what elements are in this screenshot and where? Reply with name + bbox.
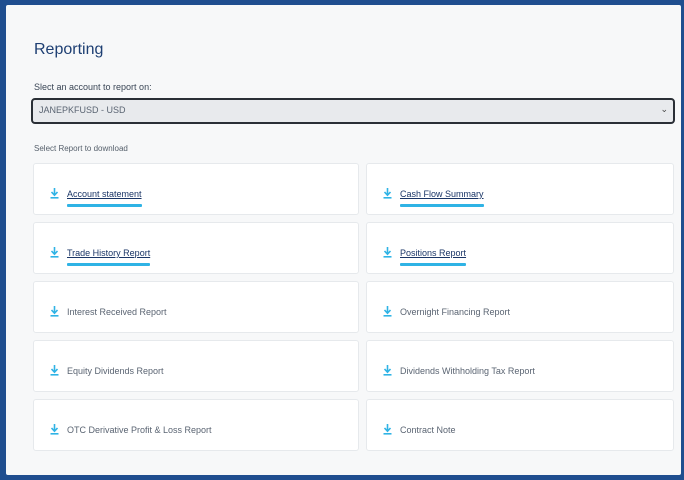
download-icon (383, 187, 392, 199)
report-card-content: Dividends Withholding Tax Report (383, 361, 535, 379)
highlight-underline (67, 204, 142, 207)
report-card-content: Contract Note (383, 420, 456, 438)
report-card[interactable]: Account statement (33, 163, 359, 215)
download-icon (383, 246, 392, 258)
report-label-wrap: Interest Received Report (67, 302, 167, 320)
report-card-label: OTC Derivative Profit & Loss Report (67, 425, 212, 435)
report-card-label: Interest Received Report (67, 307, 167, 317)
report-card[interactable]: Positions Report (366, 222, 674, 274)
report-card[interactable]: Overnight Financing Report (366, 281, 674, 333)
report-label-wrap: Contract Note (400, 420, 456, 438)
account-select-label: Slect an account to report on: (34, 82, 152, 92)
report-card-content: Account statement (50, 184, 142, 207)
report-label-wrap: Account statement (67, 184, 142, 207)
report-card-label[interactable]: Account statement (67, 189, 142, 199)
report-label-wrap: Positions Report (400, 243, 467, 266)
account-select-value: JANEPKFUSD - USD (39, 105, 126, 115)
download-icon (383, 423, 392, 435)
report-card-label[interactable]: Positions Report (400, 248, 466, 258)
report-card-content: Equity Dividends Report (50, 361, 164, 379)
report-label-wrap: Overnight Financing Report (400, 302, 510, 320)
reports-section-label: Select Report to download (34, 144, 128, 153)
chevron-down-icon: ⌄ (660, 104, 668, 114)
report-card[interactable]: Trade History Report (33, 222, 359, 274)
report-label-wrap: Equity Dividends Report (67, 361, 164, 379)
highlight-underline (67, 263, 151, 266)
download-icon (383, 364, 392, 376)
report-card-content: Trade History Report (50, 243, 151, 266)
report-grid: Account statement Cash Flow Summary Trade … (33, 163, 674, 451)
download-icon (383, 305, 392, 317)
download-icon (50, 364, 59, 376)
report-label-wrap: OTC Derivative Profit & Loss Report (67, 420, 212, 438)
report-card[interactable]: Dividends Withholding Tax Report (366, 340, 674, 392)
report-card-label: Contract Note (400, 425, 456, 435)
report-card-content: Positions Report (383, 243, 467, 266)
report-card[interactable]: Interest Received Report (33, 281, 359, 333)
highlight-underline (400, 263, 467, 266)
report-card-content: Cash Flow Summary (383, 184, 484, 207)
download-icon (50, 187, 59, 199)
report-card[interactable]: Equity Dividends Report (33, 340, 359, 392)
report-card-content: OTC Derivative Profit & Loss Report (50, 420, 212, 438)
report-card[interactable]: Cash Flow Summary (366, 163, 674, 215)
report-card-label: Overnight Financing Report (400, 307, 511, 317)
report-card-label: Equity Dividends Report (67, 366, 164, 376)
download-icon (50, 246, 59, 258)
account-select[interactable]: JANEPKFUSD - USD ⌄ (31, 98, 675, 124)
report-label-wrap: Dividends Withholding Tax Report (400, 361, 535, 379)
report-label-wrap: Cash Flow Summary (400, 184, 484, 207)
highlight-underline (400, 204, 484, 207)
page-title: Reporting (34, 41, 104, 58)
report-card-content: Overnight Financing Report (383, 302, 510, 320)
download-icon (50, 423, 59, 435)
report-card[interactable]: OTC Derivative Profit & Loss Report (33, 399, 359, 451)
report-card[interactable]: Contract Note (366, 399, 674, 451)
reporting-panel: Reporting Slect an account to report on:… (6, 5, 681, 475)
report-card-label: Dividends Withholding Tax Report (400, 366, 535, 376)
report-card-content: Interest Received Report (50, 302, 167, 320)
report-card-label[interactable]: Cash Flow Summary (400, 189, 484, 199)
download-icon (50, 305, 59, 317)
report-card-label[interactable]: Trade History Report (67, 248, 150, 258)
report-label-wrap: Trade History Report (67, 243, 151, 266)
